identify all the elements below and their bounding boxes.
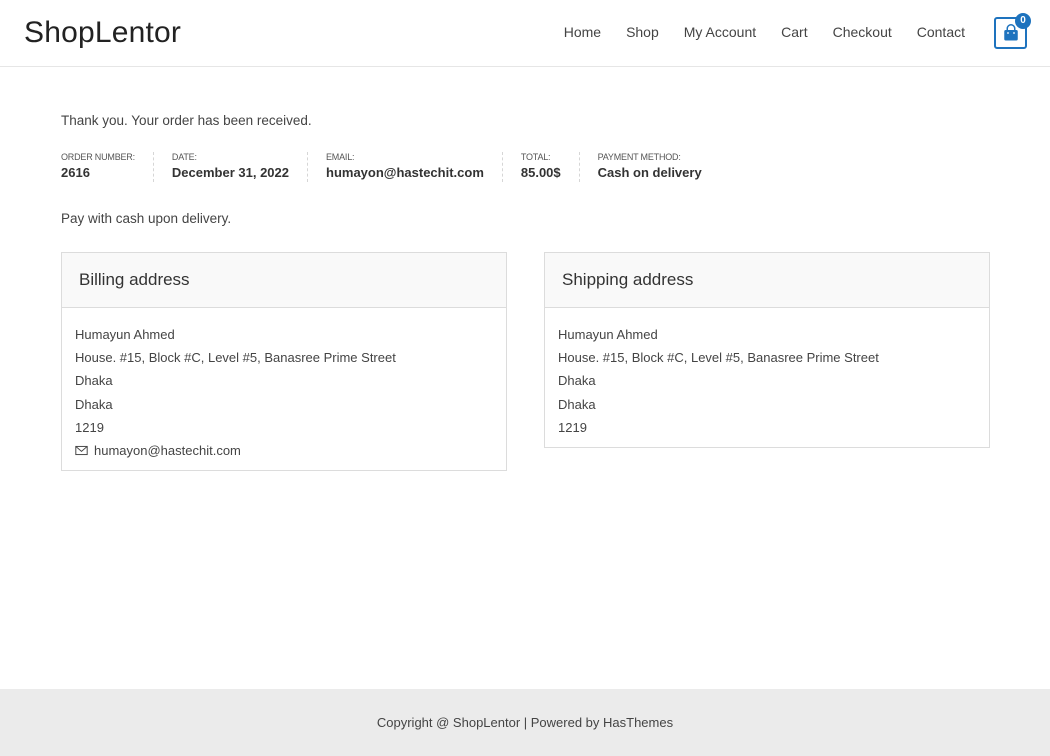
main-nav: Home Shop My Account Cart Checkout Conta… bbox=[539, 24, 965, 40]
shipping-city: Dhaka bbox=[558, 373, 596, 389]
cart-button[interactable]: 0 bbox=[994, 13, 1031, 49]
order-total-value: 85.00$ bbox=[520, 165, 561, 180]
nav-checkout[interactable]: Checkout bbox=[833, 24, 892, 40]
order-email-label: EMAIL: bbox=[326, 152, 355, 162]
order-email: EMAIL: humayon@hastechit.com bbox=[326, 152, 503, 182]
site-footer: Copyright @ ShopLentor | Powered by HasT… bbox=[0, 689, 1050, 756]
order-number: ORDER NUMBER: 2616 bbox=[61, 152, 154, 182]
billing-postcode: 1219 bbox=[75, 419, 104, 435]
order-payment-method: PAYMENT METHOD: Cash on delivery bbox=[598, 152, 720, 182]
order-date-value: December 31, 2022 bbox=[171, 165, 289, 180]
order-number-label: ORDER NUMBER: bbox=[61, 152, 135, 162]
billing-city: Dhaka bbox=[75, 373, 113, 389]
shipping-name: Humayun Ahmed bbox=[558, 327, 658, 342]
footer-copyright: Copyright @ ShopLentor | Powered by HasT… bbox=[376, 715, 674, 730]
billing-email-text: humayon@hastechit.com bbox=[94, 443, 241, 459]
order-overview: ORDER NUMBER: 2616 DATE: December 31, 20… bbox=[61, 152, 738, 182]
billing-address-box: Billing address Humayun Ahmed House. #15… bbox=[61, 252, 507, 472]
shipping-state: Dhaka bbox=[558, 396, 596, 412]
envelope-icon bbox=[75, 446, 88, 456]
billing-email: humayon@hastechit.com bbox=[75, 439, 493, 462]
shipping-address-box: Shipping address Humayun Ahmed House. #1… bbox=[544, 252, 990, 449]
order-date-label: DATE: bbox=[171, 152, 197, 162]
cart-count-badge: 0 bbox=[1015, 13, 1031, 29]
nav-contact[interactable]: Contact bbox=[917, 24, 965, 40]
nav-home[interactable]: Home bbox=[564, 24, 601, 40]
billing-street: House. #15, Block #C, Level #5, Banasree… bbox=[75, 350, 396, 366]
shipping-address-title: Shipping address bbox=[545, 253, 989, 308]
nav-cart[interactable]: Cart bbox=[781, 24, 807, 40]
payment-method-value: Cash on delivery bbox=[597, 165, 702, 180]
billing-address-title: Billing address bbox=[62, 253, 506, 308]
order-date: DATE: December 31, 2022 bbox=[172, 152, 308, 182]
billing-address-body: Humayun Ahmed House. #15, Block #C, Leve… bbox=[62, 308, 506, 470]
billing-state: Dhaka bbox=[75, 396, 113, 412]
order-total-label: TOTAL: bbox=[520, 152, 551, 162]
payment-instructions: Pay with cash upon delivery. bbox=[61, 211, 232, 226]
billing-name: Humayun Ahmed bbox=[75, 327, 175, 342]
nav-my-account[interactable]: My Account bbox=[684, 24, 756, 40]
site-logo[interactable]: ShopLentor bbox=[24, 16, 181, 50]
site-header: ShopLentor Home Shop My Account Cart Che… bbox=[0, 0, 1050, 67]
order-received-message: Thank you. Your order has been received. bbox=[61, 113, 312, 128]
order-email-value: humayon@hastechit.com bbox=[326, 165, 484, 180]
shipping-street: House. #15, Block #C, Level #5, Banasree… bbox=[558, 350, 879, 366]
shipping-address-body: Humayun Ahmed House. #15, Block #C, Leve… bbox=[545, 308, 989, 447]
order-total: TOTAL: 85.00$ bbox=[521, 152, 580, 182]
payment-method-label: PAYMENT METHOD: bbox=[597, 152, 681, 162]
shipping-postcode: 1219 bbox=[558, 419, 587, 435]
order-number-value: 2616 bbox=[61, 165, 90, 180]
nav-shop[interactable]: Shop bbox=[626, 24, 659, 40]
